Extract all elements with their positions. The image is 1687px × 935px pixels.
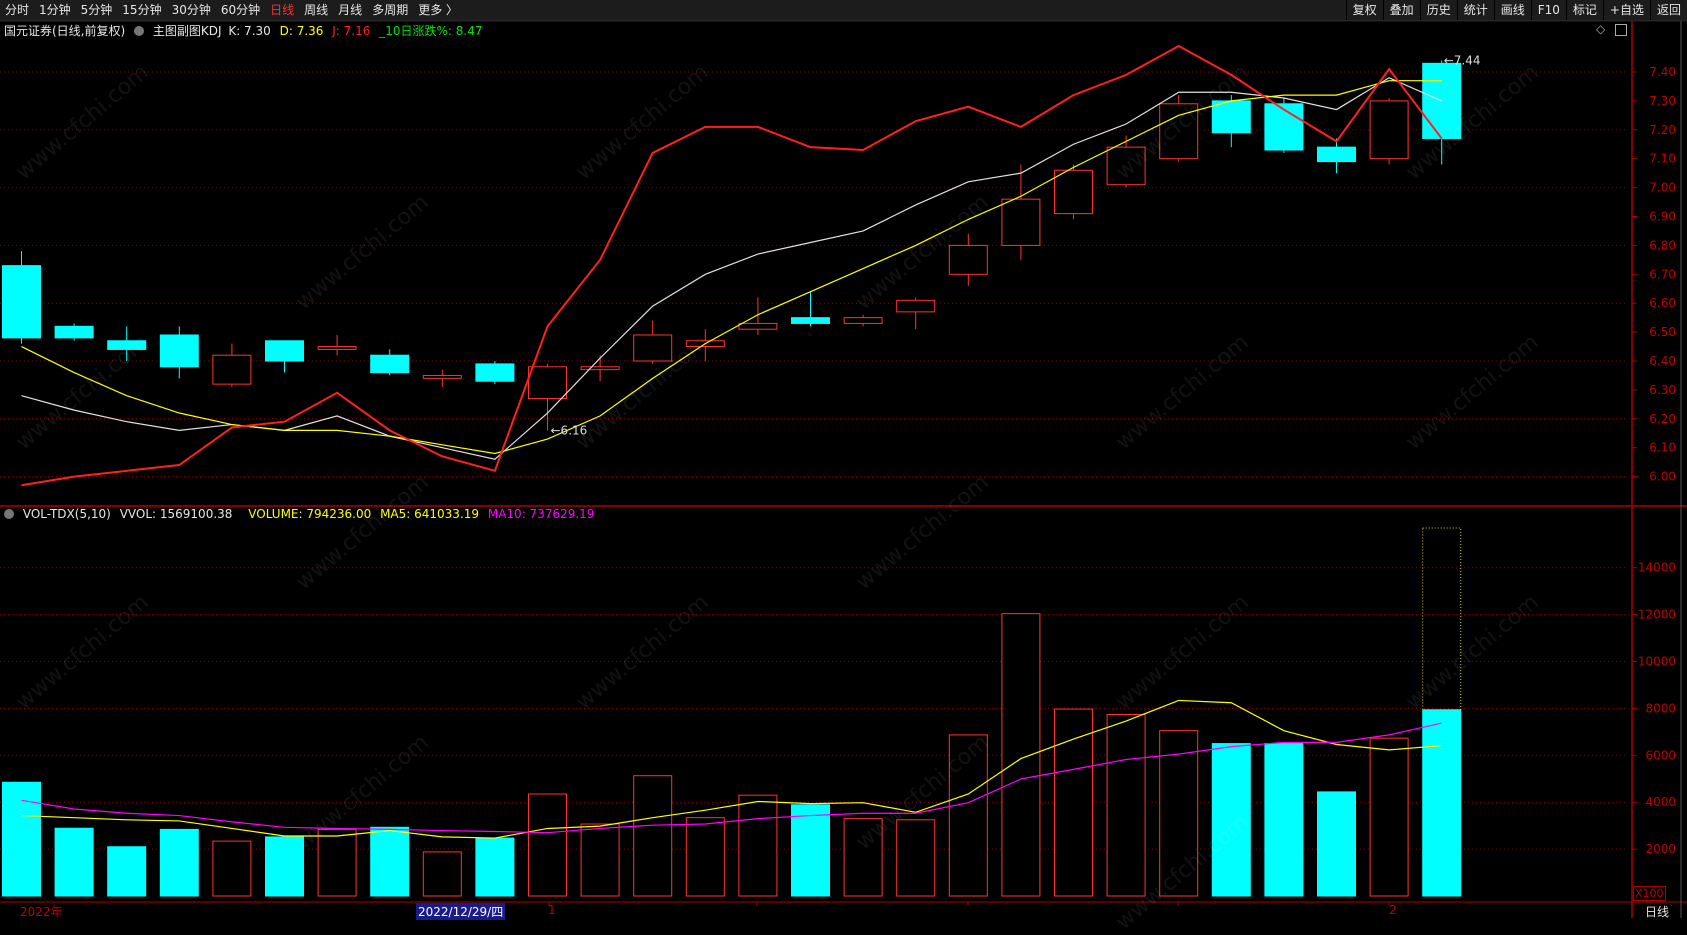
volume-bar-down	[265, 836, 304, 897]
volume-tick-label: 8000	[1645, 701, 1676, 715]
high-annotation: ←7.44	[1444, 53, 1481, 67]
kdj-line-d	[21, 80, 1442, 455]
volume-bar-up	[843, 818, 883, 897]
volume-bar-up	[685, 817, 725, 897]
volume-tick-label: 6000	[1645, 748, 1676, 762]
candle-up	[580, 366, 620, 371]
volume-bar-down	[791, 804, 830, 897]
candle-down	[1211, 100, 1251, 134]
volume-bar-down	[1264, 743, 1304, 897]
candle-up	[843, 317, 883, 324]
volume-bar-up	[528, 793, 567, 897]
price-tick-label: 7.00	[1649, 181, 1676, 195]
candle-up	[1001, 198, 1041, 246]
candle-up	[1054, 169, 1093, 215]
volume-bar-down	[475, 837, 515, 897]
candle-up	[1106, 146, 1146, 186]
volume-tick-label: 14000	[1638, 561, 1676, 575]
candle-down	[54, 325, 94, 339]
candle-down	[2, 265, 41, 339]
volume-bar-down	[159, 828, 199, 897]
price-tick-label: 6.10	[1649, 441, 1676, 455]
volume-unit: X100	[1633, 886, 1666, 901]
volume-tick-label: 4000	[1645, 795, 1676, 809]
volume-bar-up	[948, 734, 988, 897]
candle-up	[528, 366, 567, 400]
low-annotation: ←6.16	[551, 423, 588, 437]
candle-up	[738, 322, 778, 330]
candle-up	[422, 374, 462, 379]
candle-down	[265, 340, 304, 362]
price-tick-label: 6.00	[1649, 470, 1676, 484]
x-axis-month-1: 1	[548, 903, 556, 917]
candle-down	[791, 317, 830, 324]
candle-down	[159, 334, 199, 368]
price-tick-label: 6.20	[1649, 412, 1676, 426]
vvol-outline	[1422, 527, 1462, 711]
candle-down	[1317, 146, 1356, 163]
volume-bar-up	[1106, 713, 1146, 897]
candle-up	[212, 354, 252, 385]
volume-bar-down	[2, 781, 41, 897]
volume-bar-up	[896, 819, 936, 897]
volume-bar-down	[107, 846, 147, 897]
x-axis-cursor-date: 2022/12/29/四	[416, 903, 506, 920]
candle-up	[633, 334, 673, 362]
candle-down	[107, 340, 147, 350]
candle-up	[948, 244, 988, 275]
volume-bar-down	[1211, 743, 1251, 897]
x-axis-year: 2022年	[20, 905, 63, 919]
price-tick-label: 6.90	[1649, 210, 1676, 224]
volume-bar-up	[1054, 708, 1093, 897]
volume-tick-label: 12000	[1638, 608, 1676, 622]
volume-bar-up	[212, 840, 252, 897]
price-tick-label: 6.60	[1649, 296, 1676, 310]
volume-bar-up	[1369, 737, 1409, 897]
volume-bar-up	[633, 775, 673, 897]
volume-bar-up	[738, 794, 778, 897]
candle-up	[317, 346, 357, 350]
volume-tick-label: 2000	[1645, 842, 1676, 856]
price-tick-label: 7.10	[1649, 152, 1676, 166]
price-tick-label: 6.80	[1649, 238, 1676, 252]
volume-bar-down	[54, 827, 94, 897]
volume-bar-up	[1001, 613, 1041, 897]
period-label: 日线	[1645, 905, 1670, 919]
volume-tick-label: 10000	[1638, 655, 1676, 669]
x-axis-month-2: 2	[1389, 903, 1397, 917]
price-tick-label: 7.30	[1649, 94, 1676, 108]
price-tick-label: 6.40	[1649, 354, 1676, 368]
volume-bar-down	[1422, 709, 1462, 897]
price-tick-label: 6.70	[1649, 267, 1676, 281]
candle-up	[1369, 100, 1409, 160]
volume-bar-up	[422, 851, 462, 897]
price-tick-label: 7.20	[1649, 123, 1676, 137]
price-tick-label: 6.30	[1649, 383, 1676, 397]
volume-bar-up	[580, 823, 620, 897]
candle-up	[896, 299, 936, 313]
volume-bar-down	[370, 826, 410, 897]
kdj-line-k	[21, 77, 1442, 460]
price-tick-label: 6.50	[1649, 325, 1676, 339]
price-tick-label: 7.40	[1649, 65, 1676, 79]
candle-down	[475, 363, 515, 382]
candle-down	[370, 354, 410, 374]
kline-chart[interactable]: 7.40 7.30 7.20 7.10 7.00 6.90 6.80 6.70 6.60 6.50…	[0, 0, 1687, 918]
volume-bar-down	[1317, 791, 1356, 897]
volume-bar-up	[317, 828, 357, 897]
